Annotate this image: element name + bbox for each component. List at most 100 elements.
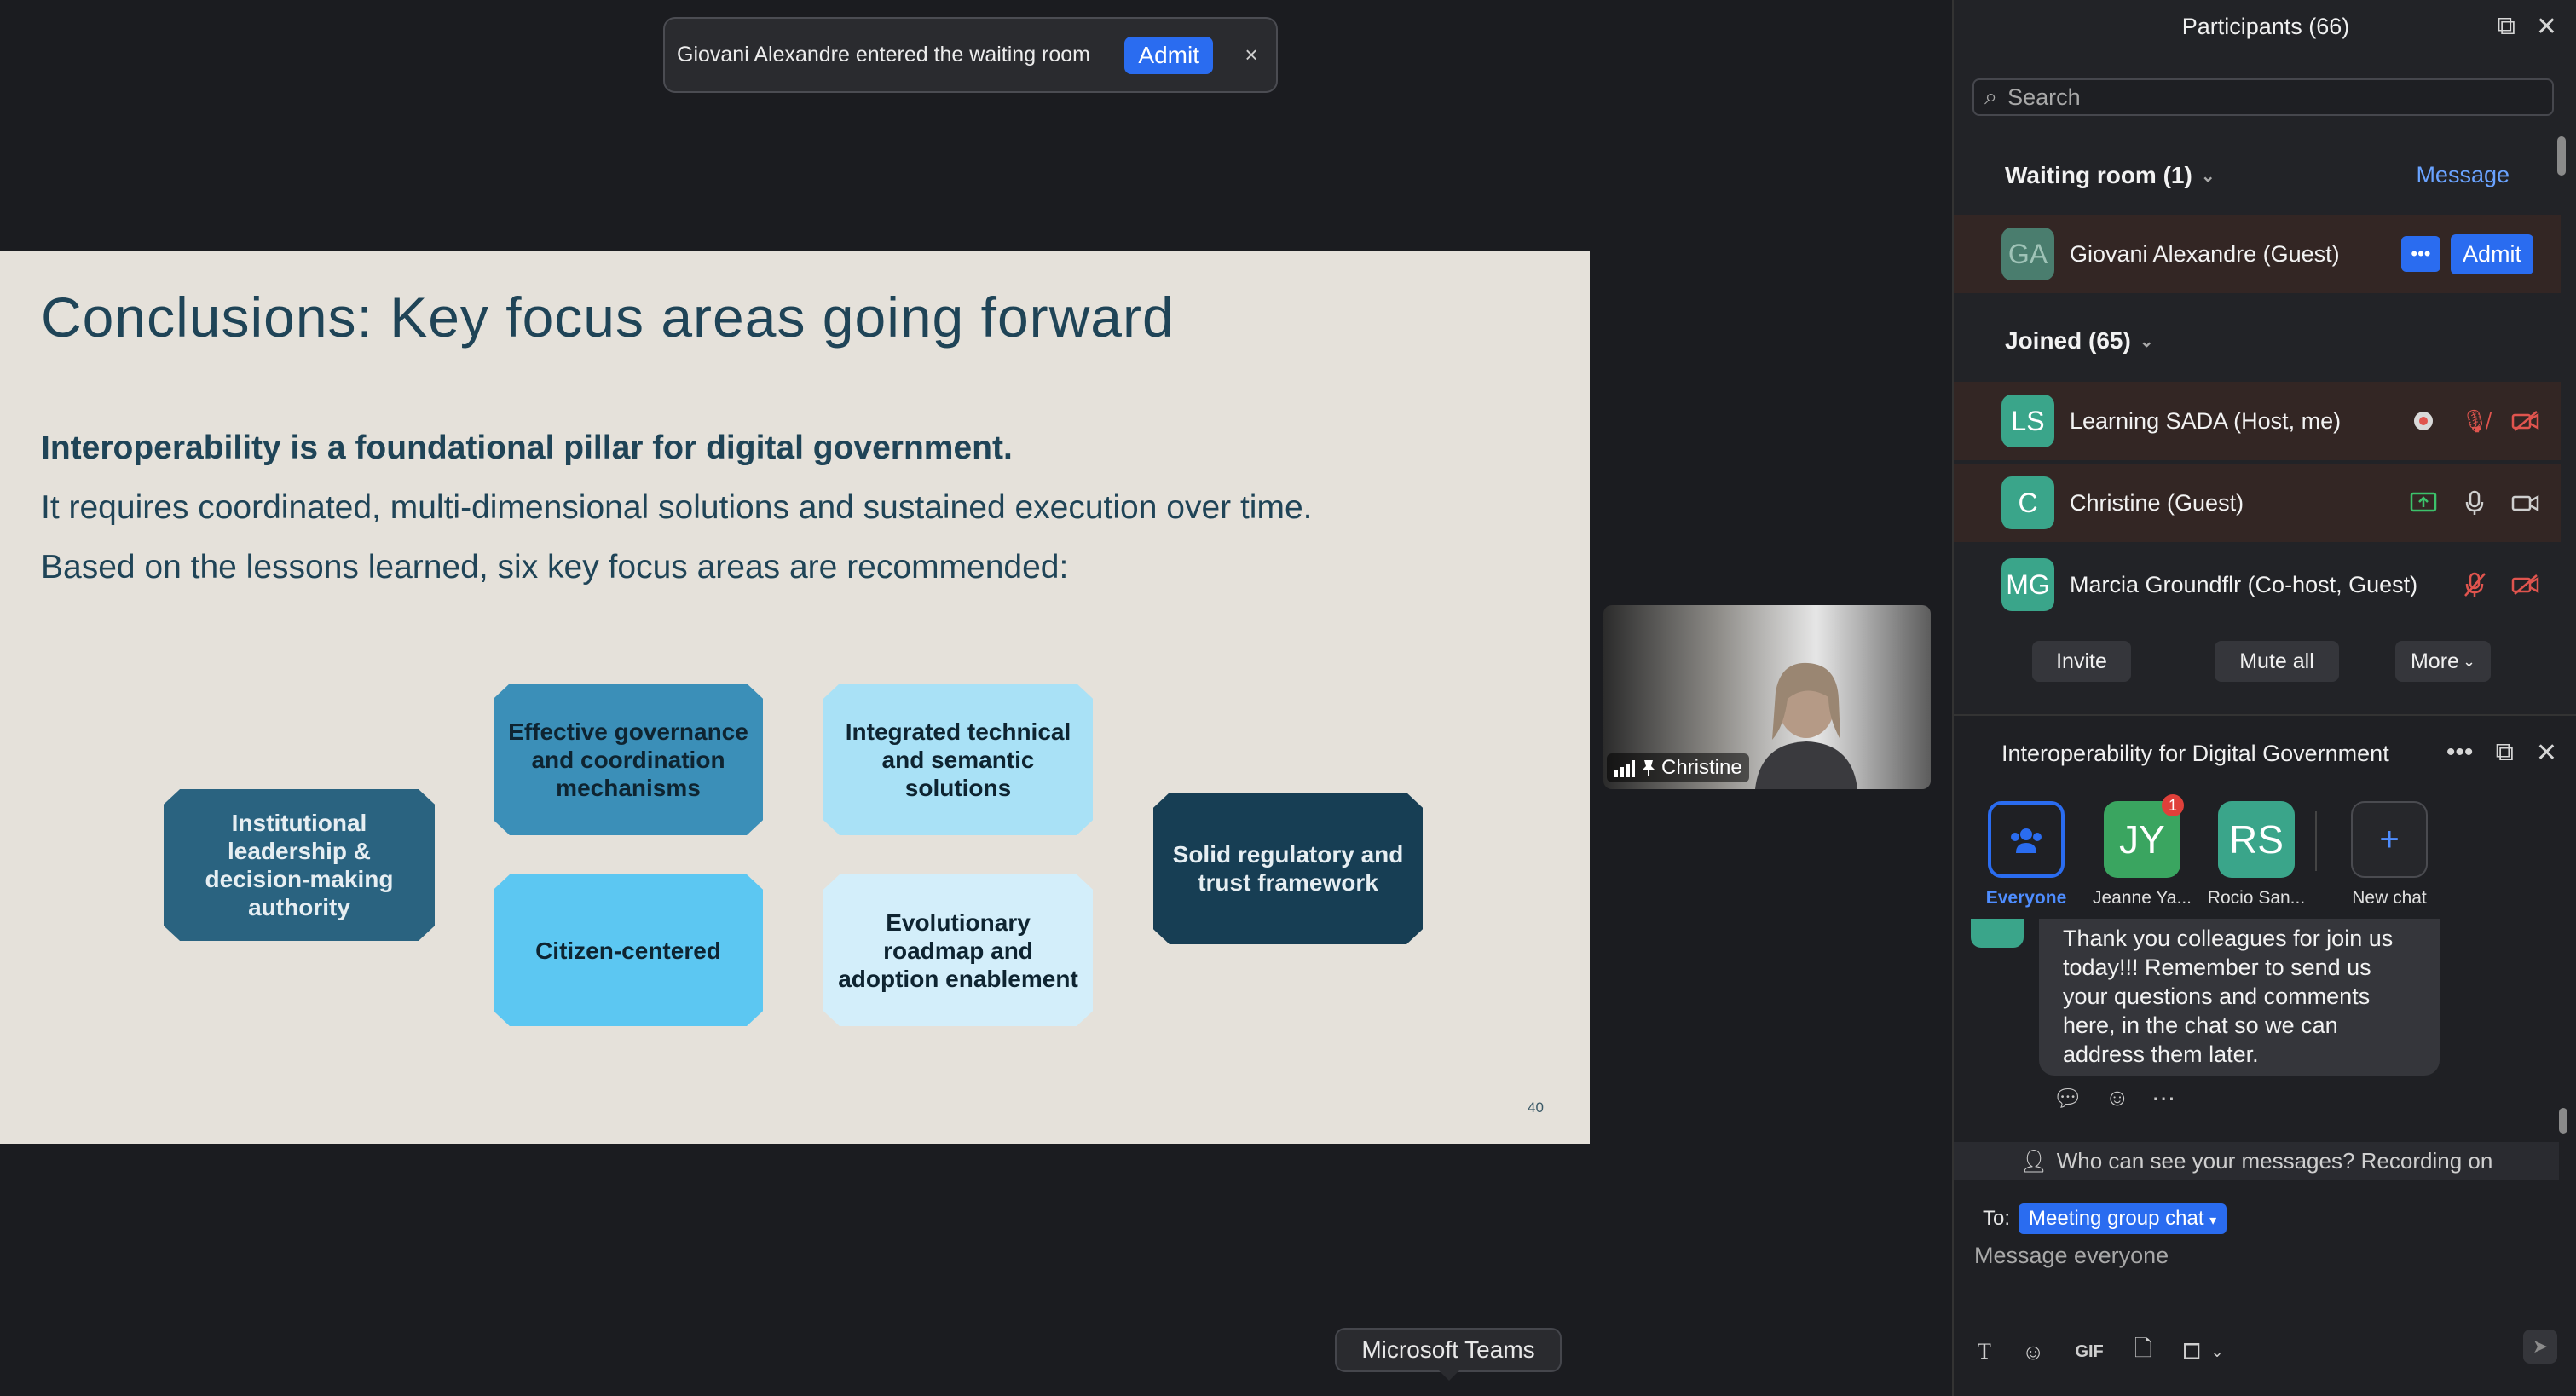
message-waiting-room-link[interactable]: Message: [2416, 162, 2510, 188]
file-icon[interactable]: 🗋: [2134, 1333, 2152, 1370]
popout-icon[interactable]: ⧉: [2497, 12, 2515, 42]
avatar: LS: [2001, 395, 2054, 447]
chat-scrollbar[interactable]: [2559, 1108, 2567, 1134]
plus-icon: +: [2351, 801, 2428, 878]
recording-indicator-icon: [2409, 407, 2438, 436]
more-options-button[interactable]: •••: [2400, 236, 2440, 272]
chat-header: Interoperability for Digital Government …: [1954, 716, 2576, 791]
chevron-down-icon[interactable]: ⌄: [2211, 1343, 2224, 1361]
participant-name: Learning SADA (Host, me): [2070, 407, 2342, 434]
search-icon: ⌕: [1984, 84, 1998, 109]
slide-page-number: 40: [1528, 1099, 1544, 1116]
video-participant-name: Christine: [1661, 756, 1742, 779]
sender-avatar: [1971, 919, 2024, 948]
zoom-window: Giovani Alexandre entered the waiting ro…: [0, 0, 2576, 1396]
message-visibility-banner[interactable]: 👤︎ Who can see your messages? Recording …: [1954, 1142, 2559, 1180]
new-chat-button[interactable]: + New chat: [2334, 801, 2445, 909]
participants-header: Participants (66) ⧉ ✕: [1954, 0, 2576, 53]
focus-box-technical: Integrated technical and semantic soluti…: [823, 684, 1093, 835]
invite-button[interactable]: Invite: [2032, 641, 2131, 682]
slide-bold-statement: Interoperability is a foundational pilla…: [41, 430, 1013, 466]
chat-message: Thank you colleagues for join us today!!…: [2039, 919, 2440, 1076]
video-name-tag: Christine: [1607, 753, 1749, 782]
mic-icon[interactable]: [2460, 488, 2489, 517]
waiting-room-section-toggle[interactable]: Waiting room (1) ⌄: [2005, 162, 2215, 189]
avatar: MG: [2001, 558, 2054, 611]
avatar: RS: [2218, 801, 2295, 878]
channel-label: Everyone: [1985, 888, 2067, 908]
participant-row-marcia[interactable]: MG Marcia Groundflr (Co-host, Guest): [1954, 545, 2561, 624]
channel-label: Rocio San...: [2207, 888, 2306, 908]
participant-row-host[interactable]: LS Learning SADA (Host, me) 🎙︎̸: [1954, 382, 2561, 460]
unread-badge: 1: [2162, 794, 2184, 816]
video-off-icon[interactable]: [2511, 570, 2540, 599]
person-icon: 👤︎: [2019, 1147, 2048, 1174]
video-tile-christine[interactable]: Christine: [1603, 605, 1931, 789]
avatar: GA: [2001, 228, 2054, 280]
recipient-selector: To: Meeting group chat ▾: [1983, 1203, 2227, 1234]
chevron-down-icon: ⌄: [2139, 332, 2154, 351]
participant-search-input[interactable]: ⌕ Search: [1972, 78, 2554, 116]
to-label: To:: [1983, 1207, 2011, 1230]
video-icon[interactable]: [2511, 488, 2540, 517]
notification-admit-button[interactable]: Admit: [1124, 36, 1213, 74]
message-input[interactable]: Message everyone: [1974, 1243, 2169, 1269]
send-icon: ➤: [2532, 1335, 2549, 1357]
video-off-icon[interactable]: [2511, 407, 2540, 436]
participant-name: Giovani Alexandre (Guest): [2070, 240, 2340, 267]
avatar-initials: JY: [2119, 817, 2165, 862]
focus-box-citizen: Citizen-centered: [494, 874, 763, 1026]
joined-title: Joined (65): [2005, 327, 2131, 354]
participant-row-christine[interactable]: C Christine (Guest): [1954, 464, 2561, 542]
channel-everyone[interactable]: Everyone: [1971, 801, 2082, 909]
app-tooltip-microsoft-teams: Microsoft Teams: [1335, 1328, 1562, 1381]
joined-section-toggle[interactable]: Joined (65) ⌄: [2005, 327, 2154, 355]
channel-jeanne[interactable]: JY 1 Jeanne Ya...: [2087, 794, 2198, 909]
channel-label: New chat: [2352, 888, 2427, 908]
side-panel: Participants (66) ⧉ ✕ ⌕ Search Waiting r…: [1952, 0, 2576, 1396]
add-reaction-icon[interactable]: ☺: [2105, 1084, 2130, 1112]
send-button[interactable]: ➤: [2523, 1330, 2557, 1364]
message-actions: 💬︎ ☺ ⋯: [2053, 1084, 2175, 1112]
mic-muted-icon[interactable]: [2460, 570, 2489, 599]
emoji-icon[interactable]: ☺: [2022, 1339, 2045, 1365]
focus-box-roadmap: Evolutionary roadmap and adoption enable…: [823, 874, 1093, 1026]
participant-video-image: [1755, 662, 1857, 789]
admit-button[interactable]: Admit: [2450, 234, 2533, 274]
close-icon[interactable]: ✕: [2536, 738, 2557, 768]
more-options-icon[interactable]: •••: [2446, 738, 2474, 768]
mic-muted-icon[interactable]: 🎙︎̸: [2460, 407, 2489, 436]
notification-close-icon[interactable]: ×: [1239, 42, 1264, 68]
channel-divider: [2315, 811, 2317, 871]
close-icon[interactable]: ✕: [2536, 12, 2557, 42]
chat-title: Interoperability for Digital Government: [2001, 740, 2389, 766]
slide-line-3: Based on the lessons learned, six key fo…: [41, 549, 1069, 586]
reply-icon[interactable]: 💬︎: [2053, 1084, 2083, 1112]
caret-down-icon: ▾: [2209, 1214, 2217, 1228]
signal-strength-icon: [1614, 760, 1635, 777]
avatar: C: [2001, 476, 2054, 529]
chat-panel: Interoperability for Digital Government …: [1954, 714, 2576, 1396]
recipient-value: Meeting group chat: [2029, 1207, 2204, 1230]
participants-scrollbar[interactable]: [2557, 136, 2566, 176]
participants-title: Participants (66): [2181, 13, 2350, 39]
recipient-dropdown[interactable]: Meeting group chat ▾: [2019, 1203, 2227, 1234]
more-options-icon[interactable]: ⋯: [2151, 1084, 2175, 1112]
text-format-icon[interactable]: T: [1978, 1339, 1991, 1364]
slide-line-2: It requires coordinated, multi-dimension…: [41, 489, 1313, 526]
waiting-room-title: Waiting room (1): [2005, 162, 2192, 188]
participant-name: Christine (Guest): [2070, 489, 2244, 516]
shared-slide: Conclusions: Key focus areas going forwa…: [0, 251, 1590, 1144]
channel-rocio[interactable]: RS Rocio San...: [2201, 801, 2312, 909]
gif-icon[interactable]: GIF: [2075, 1342, 2103, 1362]
notification-text: Giovani Alexandre entered the waiting ro…: [677, 43, 1091, 66]
search-placeholder: Search: [2007, 84, 2081, 110]
slide-title: Conclusions: Key focus areas going forwa…: [41, 286, 1175, 349]
popout-icon[interactable]: ⧉: [2495, 738, 2513, 768]
screenshot-icon[interactable]: ⧠: [2183, 1338, 2201, 1365]
chevron-down-icon: ⌄: [2462, 652, 2476, 670]
compose-toolbar: T ☺ GIF 🗋 ⧠ ⌄: [1978, 1333, 2224, 1370]
mute-all-button[interactable]: Mute all: [2215, 641, 2339, 682]
more-button[interactable]: More ⌄: [2395, 641, 2491, 682]
avatar: JY 1: [2104, 794, 2184, 878]
